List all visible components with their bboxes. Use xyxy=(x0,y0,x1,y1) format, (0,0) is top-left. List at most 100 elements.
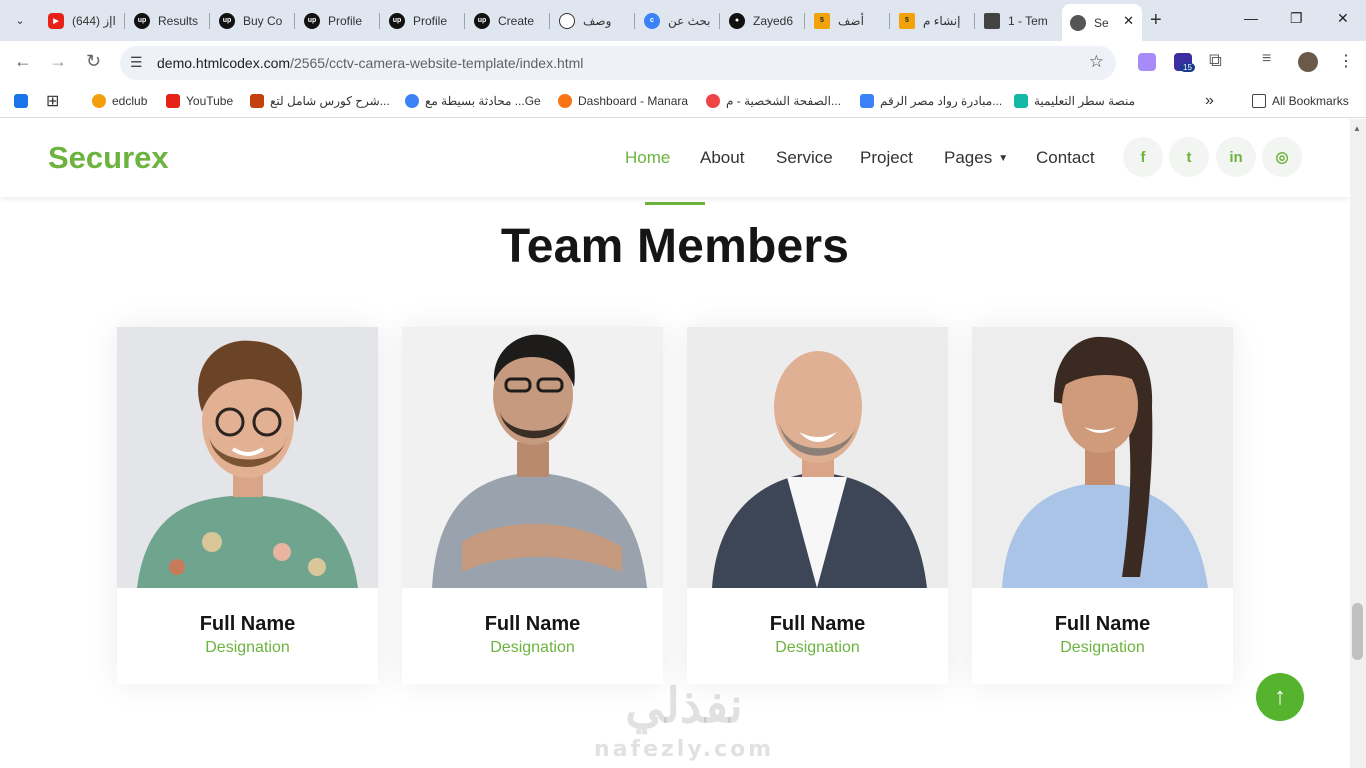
reload-icon[interactable]: ↻ xyxy=(86,51,101,72)
nav-about[interactable]: About xyxy=(700,148,744,168)
browser-tab[interactable]: up Create xyxy=(466,6,550,35)
facebook-icon[interactable]: f xyxy=(1123,137,1163,177)
tab-divider xyxy=(804,13,805,29)
bookmark-label: مبادرة رواد مصر الرقم... xyxy=(880,94,1003,108)
tab-title: وصف xyxy=(583,13,612,28)
browser-tab[interactable]: up Profile xyxy=(296,6,380,35)
browser-tab[interactable]: up Results xyxy=(126,6,210,35)
manara-icon xyxy=(558,94,572,108)
upwork-icon: up xyxy=(304,12,320,29)
tab-title: 1 - Tem xyxy=(1008,13,1048,28)
url-text[interactable]: demo.htmlcodex.com/2565/cctv-camera-webs… xyxy=(157,55,583,71)
member-name: Full Name xyxy=(199,613,296,635)
bookmark-label: محادثة بسيطة مع ...Ge xyxy=(425,94,541,108)
page-scrollbar[interactable] xyxy=(1350,119,1366,768)
site-settings-icon[interactable]: ☰ xyxy=(130,54,143,71)
team-member-photo xyxy=(402,327,663,588)
bookmark-label: Dashboard - Manara xyxy=(578,94,689,108)
edclub-icon xyxy=(92,94,106,108)
browser-tab-active[interactable]: Se ✕ xyxy=(1062,4,1142,41)
instagram-icon[interactable]: ◎ xyxy=(1262,137,1302,177)
browser-tab[interactable]: ● Zayed6 xyxy=(721,6,805,35)
bookmark-label: edclub xyxy=(112,94,148,108)
bookmark-label: شرح كورس شامل لتع... xyxy=(270,94,390,108)
close-window-button[interactable]: ✕ xyxy=(1337,10,1349,27)
youtube-icon xyxy=(166,94,180,108)
bookmark-item[interactable]: edclub xyxy=(92,92,147,110)
bookmark-item[interactable]: محادثة بسيطة مع ...Ge xyxy=(405,92,541,110)
browser-tab[interactable]: up Buy Co xyxy=(211,6,295,35)
bookmark-item[interactable]: Dashboard - Manara xyxy=(558,92,688,110)
tab-search-chevron-icon[interactable]: ⌄ xyxy=(8,8,32,32)
nav-home[interactable]: Home xyxy=(625,148,670,168)
mostaql-icon: 5 xyxy=(899,12,915,29)
scroll-up-arrow-icon[interactable]: ▲ xyxy=(1353,124,1361,133)
bookmarks-overflow-icon[interactable]: » xyxy=(1205,92,1214,110)
address-bar[interactable]: ☰ demo.htmlcodex.com/2565/cctv-camera-we… xyxy=(120,46,1116,80)
browser-tab[interactable]: 5 أضف xyxy=(806,6,890,35)
bookmark-item[interactable]: YouTube xyxy=(166,92,233,110)
team-member-card[interactable]: Full Name Designation xyxy=(117,327,378,684)
apps-grid-icon[interactable]: ⊞ xyxy=(46,92,59,110)
all-bookmarks-label: All Bookmarks xyxy=(1272,94,1349,108)
tab-divider xyxy=(294,13,295,29)
bookmark-star-icon[interactable]: ☆ xyxy=(1089,52,1104,72)
scrollbar-thumb[interactable] xyxy=(1352,603,1363,660)
team-member-photo xyxy=(687,327,948,588)
bookmark-item[interactable]: مبادرة رواد مصر الرقم... xyxy=(860,92,1002,110)
tab-divider xyxy=(124,13,125,29)
media-controls-icon[interactable]: ≡ xyxy=(1262,50,1271,68)
minimize-button[interactable]: — xyxy=(1244,10,1258,26)
nav-service[interactable]: Service xyxy=(776,148,833,168)
close-tab-icon[interactable]: ✕ xyxy=(1123,13,1134,29)
restore-button[interactable]: ❐ xyxy=(1290,10,1303,27)
team-member-card[interactable]: Full Name Designation xyxy=(972,327,1233,684)
back-arrow-icon[interactable]: ← xyxy=(14,51,32,72)
tab-title: Profile xyxy=(328,13,363,28)
menu-kebab-icon[interactable]: ⋮ xyxy=(1338,51,1354,71)
bookmark-favicon-icon xyxy=(860,94,874,108)
browser-tab[interactable]: 5 إنشاء م xyxy=(891,6,975,35)
tab-title: Se xyxy=(1094,15,1109,30)
nav-contact[interactable]: Contact xyxy=(1036,148,1095,168)
team-member-card[interactable]: Full Name Designation xyxy=(687,327,948,684)
bookmark-favicon-icon xyxy=(250,94,264,108)
nav-project[interactable]: Project xyxy=(860,148,913,168)
profile-avatar[interactable] xyxy=(1298,52,1318,72)
bookmark-item[interactable]: الصفحة الشخصية - م... xyxy=(706,92,841,110)
tab-title: Results xyxy=(158,13,199,28)
openai-icon xyxy=(559,12,575,29)
team-member-card[interactable]: Full Name Designation xyxy=(402,327,663,684)
browser-tab[interactable]: ▶ (644) اإز xyxy=(40,6,125,35)
url-path: /2565/cctv-camera-website-template/index… xyxy=(290,55,584,71)
extension-badge: 15 xyxy=(1180,63,1195,72)
browser-tab[interactable]: up Profile xyxy=(381,6,465,35)
tab-title: (644) اإز xyxy=(72,13,116,28)
bookmarks-bar: ⊞ edclub YouTube شرح كورس شامل لتع... مح… xyxy=(0,85,1366,118)
nav-pages-label: Pages xyxy=(944,148,993,167)
browser-tab[interactable]: c بحث عن xyxy=(636,6,720,35)
bookmark-item[interactable]: منصة سطر التعليمية xyxy=(1014,92,1135,110)
browser-tab[interactable]: وصف xyxy=(551,6,635,35)
forward-arrow-icon[interactable]: → xyxy=(49,51,67,72)
extension-icon[interactable] xyxy=(1138,53,1156,71)
twitter-icon[interactable]: t xyxy=(1169,137,1209,177)
bookmark-label: الصفحة الشخصية - م... xyxy=(726,94,841,108)
gemini-icon xyxy=(405,94,419,108)
mostaql-icon: 5 xyxy=(814,12,830,29)
tab-divider xyxy=(209,13,210,29)
watermark-latin: nafezly.com xyxy=(594,737,775,762)
team-member-photo xyxy=(972,327,1233,588)
extensions-puzzle-icon[interactable]: ⧉ xyxy=(1209,50,1222,71)
nav-pages-dropdown[interactable]: Pages ▼ xyxy=(944,148,1008,168)
all-bookmarks-button[interactable]: All Bookmarks xyxy=(1252,92,1349,110)
bookmark-app-icon[interactable] xyxy=(14,92,28,110)
bookmark-item[interactable]: شرح كورس شامل لتع... xyxy=(250,92,390,110)
site-logo[interactable]: Securex xyxy=(48,140,169,176)
linkedin-icon[interactable]: in xyxy=(1216,137,1256,177)
document-icon xyxy=(984,12,1000,29)
browser-tab[interactable]: 1 - Tem xyxy=(976,6,1060,35)
new-tab-button[interactable]: + xyxy=(1150,9,1162,32)
back-to-top-button[interactable]: ↑ xyxy=(1256,673,1304,721)
url-host: demo.htmlcodex.com xyxy=(157,55,291,71)
